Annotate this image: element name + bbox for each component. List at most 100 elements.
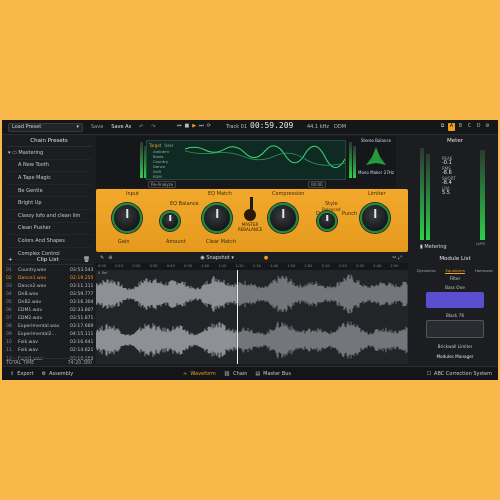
slot-b-button[interactable]: B bbox=[457, 123, 464, 131]
waveform-tab[interactable]: ≈ Waveform bbox=[183, 371, 216, 377]
clip-row[interactable]: 07 EDM2.wav 03:51.871 bbox=[6, 315, 94, 323]
tab-equalizers[interactable]: Equalizers bbox=[445, 268, 465, 274]
slot-c-button[interactable]: C bbox=[466, 123, 473, 131]
assembly-label: Assembly bbox=[49, 370, 74, 377]
app-window: Load Preset ▾ Save Save As ↶ ↷ ⏮ ■ ▶ ⏭ ⟳ … bbox=[2, 120, 498, 380]
undo-icon[interactable]: ↶ bbox=[139, 124, 143, 130]
clip-duration: 03:51.871 bbox=[70, 316, 94, 322]
clear-match-button[interactable]: Clear Match bbox=[206, 239, 236, 245]
metering-tab[interactable]: ▮ Metering bbox=[420, 244, 447, 250]
preset-item[interactable]: Colors And Shapes bbox=[6, 235, 92, 248]
ruler-tick: 0:00 bbox=[98, 264, 107, 268]
tab-dynamics[interactable]: Dynamics bbox=[417, 268, 436, 274]
clip-row[interactable]: 09 Experimental2... 04:15.111 bbox=[6, 331, 93, 339]
sample-rate: 44.1 kHz bbox=[307, 124, 330, 130]
trash-icon[interactable]: 🗑 bbox=[83, 257, 90, 263]
transport-controls: ⏮ ■ ▶ ⏭ ⟳ bbox=[177, 123, 211, 129]
marker-icon[interactable]: ● bbox=[264, 255, 268, 261]
tab-harmonic[interactable]: Harmonic bbox=[475, 268, 493, 274]
slot-d-button[interactable]: D bbox=[475, 123, 482, 131]
clip-duration: 03:17.669 bbox=[70, 324, 94, 330]
redo-icon[interactable]: ↷ bbox=[151, 124, 155, 130]
clip-duration: 02:19.255 bbox=[70, 275, 94, 281]
preset-item[interactable]: Bright Up bbox=[6, 197, 92, 210]
clip-row[interactable]: 10 Folk.wav 03:16.641 bbox=[6, 339, 93, 347]
time-display: 00:59.209 bbox=[250, 121, 294, 130]
clip-number: 10 bbox=[6, 340, 12, 346]
preset-item[interactable]: A Tape Magic bbox=[6, 172, 92, 185]
save-as-button[interactable]: Save As bbox=[111, 124, 131, 130]
tab-user[interactable]: User bbox=[164, 143, 173, 148]
clip-list: 01 Country.wav 03:53.543 02 Dance1.wav 02:19… bbox=[6, 266, 94, 363]
mono-maker-value[interactable]: 27Hz bbox=[384, 170, 394, 175]
chain-label: Chain bbox=[233, 370, 248, 377]
skip-forward-icon[interactable]: ⏭ bbox=[199, 123, 204, 129]
genre-list: Ambient Blues Country Dance DnB EDM bbox=[153, 149, 169, 179]
clip-row[interactable]: 04 DnB.wav 03:59.777 bbox=[6, 290, 93, 298]
ruler-tick: 2:20 bbox=[338, 264, 347, 268]
style-knob[interactable] bbox=[317, 211, 337, 231]
compression-knob[interactable] bbox=[268, 203, 298, 233]
preset-dropdown[interactable]: Load Preset ▾ bbox=[8, 122, 83, 132]
playhead[interactable] bbox=[237, 270, 238, 364]
range-display[interactable]: 00:00 bbox=[308, 181, 326, 188]
skip-back-icon[interactable]: ⏮ bbox=[177, 123, 182, 129]
modules-manager-button[interactable]: Modules Manager bbox=[412, 354, 498, 359]
reanalyze-button[interactable]: Re-Analyze bbox=[148, 181, 177, 188]
eq-match-knob[interactable] bbox=[202, 203, 232, 233]
module-list-title: Module List bbox=[439, 256, 471, 262]
limiter-knob[interactable] bbox=[360, 203, 390, 233]
clip-file: Folk.wav bbox=[18, 348, 38, 354]
genre-item[interactable]: EDM bbox=[153, 174, 169, 179]
format-label: DDM bbox=[334, 124, 347, 130]
preset-folder-mastering[interactable]: ▾ ▭ Mastering bbox=[6, 147, 92, 160]
assembly-button[interactable]: ⚙ Assembly bbox=[42, 371, 74, 377]
black-76-module[interactable] bbox=[426, 320, 484, 338]
eq-balance-label: EQ Balance bbox=[170, 201, 199, 207]
clip-row[interactable]: 01 Country.wav 03:53.543 bbox=[6, 266, 93, 274]
settings-gear-icon[interactable]: ⚙ bbox=[484, 123, 491, 131]
save-button[interactable]: Save bbox=[91, 124, 103, 130]
export-label: Export bbox=[17, 370, 34, 377]
lufs-meter bbox=[480, 150, 485, 240]
lufs-label: LUFS bbox=[476, 242, 485, 246]
zoom-icon[interactable]: ⊕ bbox=[108, 255, 112, 261]
preset-item[interactable]: Classy lofo and clean lim bbox=[6, 210, 92, 223]
clip-row[interactable]: 08 Experimental.wav 03:17.669 bbox=[6, 323, 94, 331]
preset-item[interactable]: A New Tooth bbox=[6, 160, 92, 173]
clip-row[interactable]: 03 Dance2.wav 03:11.111 bbox=[6, 282, 93, 290]
ruler-tick: 0:50 bbox=[184, 264, 193, 268]
loudness-readouts: PEAK -0.1 RMS -8.6 SHORT -8.4 LRA 5.5 bbox=[442, 156, 456, 196]
pencil-icon[interactable]: ✎ bbox=[100, 255, 104, 261]
snapshot-label: Snapshot bbox=[206, 255, 230, 261]
preset-item[interactable]: Clean Pusher bbox=[6, 223, 92, 236]
clip-row[interactable]: 05 DnB2.wav 03:16.304 bbox=[6, 298, 93, 306]
clip-number: 06 bbox=[6, 308, 12, 314]
chain-tab[interactable]: ⛓ Chain bbox=[224, 371, 248, 377]
input-gain-knob[interactable] bbox=[112, 203, 142, 233]
add-clip-icon[interactable]: + bbox=[8, 257, 13, 263]
bass-one-module[interactable] bbox=[426, 292, 484, 308]
metering-label: Metering bbox=[424, 244, 447, 250]
tools-icon[interactable]: ✂ ⤢ bbox=[392, 255, 402, 261]
eq-balance-knob[interactable] bbox=[160, 211, 180, 231]
clip-row[interactable]: 06 EDM1.wav 02:33.807 bbox=[6, 306, 93, 314]
abc-correction-toggle[interactable]: ☐ ABC Correction System bbox=[427, 371, 492, 377]
loop-icon[interactable]: ⟳ bbox=[207, 123, 211, 129]
slot-a-button[interactable]: A bbox=[448, 123, 455, 131]
chain-presets-panel: Chain Presets ▾ ▭ Mastering A New Tooth … bbox=[6, 136, 92, 261]
master-bus-tab[interactable]: ▤ Master Bus bbox=[255, 371, 291, 377]
master-rebalance-plugin: Input EQ Balance EQ Match Compression St… bbox=[96, 189, 408, 252]
snapshot-dropdown[interactable]: ◉ Snapshot ▾ bbox=[200, 255, 233, 261]
clip-row[interactable]: 11 Folk.wav 02:14.621 bbox=[6, 347, 93, 355]
waveform-display[interactable]: A Ref bbox=[96, 270, 408, 364]
compare-icon[interactable]: ⧉ bbox=[439, 123, 446, 131]
stop-icon[interactable]: ■ bbox=[185, 123, 190, 129]
clip-file: EDM1.wav bbox=[18, 308, 43, 314]
preset-item[interactable]: Be Gentle bbox=[6, 185, 92, 198]
clip-row-selected[interactable]: 02 Dance1.wav 02:19.255 bbox=[6, 274, 94, 282]
play-icon[interactable]: ▶ bbox=[192, 123, 196, 129]
filter-tab[interactable]: Filter bbox=[412, 276, 498, 281]
export-button[interactable]: ⇪ Export bbox=[10, 371, 34, 377]
tab-target[interactable]: Target bbox=[149, 143, 161, 148]
